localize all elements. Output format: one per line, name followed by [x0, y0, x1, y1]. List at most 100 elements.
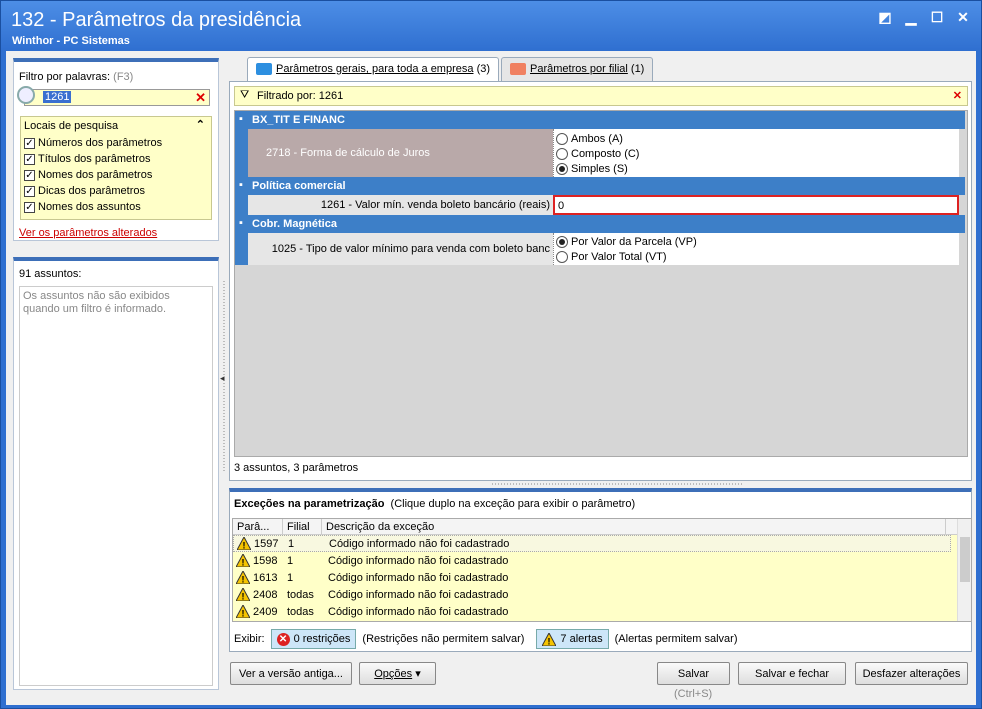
- save-button[interactable]: Salvar: [657, 662, 730, 685]
- filter-label: Filtro por palavras:: [19, 71, 111, 83]
- warning-icon: !: [236, 571, 250, 584]
- dropdown-arrow-icon: ▾: [415, 668, 421, 680]
- section-header[interactable]: ▪ Política comercial: [235, 177, 965, 195]
- restrictions-note: (Restrições não permitem salvar): [362, 633, 525, 645]
- table-row[interactable]: ! 2409 todas Código informado não foi cad…: [233, 603, 971, 620]
- exceptions-hint: (Clique duplo na exceção para exibir o p…: [390, 498, 636, 510]
- close-icon[interactable]: ✕: [955, 9, 971, 25]
- folder-icon: [256, 63, 272, 75]
- section-header[interactable]: ▪ Cobr. Magnética: [235, 215, 965, 233]
- param-value-radio-group: Ambos (A) Composto (C) Simples (S): [553, 129, 959, 177]
- radio-option[interactable]: Composto (C): [554, 146, 959, 161]
- clear-filter-icon[interactable]: ✕: [953, 89, 962, 102]
- filtered-by-text: Filtrado por: 1261: [257, 90, 344, 102]
- param-name: 1025 - Tipo de valor mínimo para venda c…: [248, 233, 553, 265]
- warning-icon: !: [236, 554, 250, 567]
- search-locations: Locais de pesquisa ⌃ ✓ Números dos parâme…: [20, 116, 212, 220]
- window-title: 132 - Parâmetros da presidência: [11, 9, 302, 31]
- save-close-button[interactable]: Salvar e fechar: [738, 662, 846, 685]
- param-row-1025: 1025 - Tipo de valor mínimo para venda c…: [235, 233, 959, 265]
- clear-search-icon[interactable]: ✕: [195, 90, 206, 106]
- exceptions-title: Exceções na parametrização: [234, 498, 385, 510]
- radio-icon[interactable]: [556, 147, 568, 160]
- tab-bar: Parâmetros gerais, para toda a empresa (…: [247, 57, 655, 82]
- title-bar: 132 - Parâmetros da presidência Winthor …: [1, 1, 981, 51]
- checkbox-checked-icon[interactable]: ✓: [24, 169, 35, 181]
- search-value: 1261: [43, 91, 72, 103]
- svg-text:!: !: [548, 636, 551, 646]
- param-value-input[interactable]: 0: [553, 195, 959, 215]
- param-row-2718: 2718 - Forma de cálculo de Juros Ambos (…: [235, 129, 959, 177]
- restrictions-toggle[interactable]: ✕ 0 restrições: [270, 629, 357, 649]
- subjects-count: 91 assuntos:: [19, 268, 82, 280]
- table-row[interactable]: ! 1613 1 Código informado não foi cadastr…: [233, 569, 971, 586]
- search-icon: [17, 86, 35, 104]
- options-button[interactable]: Opções ▾: [359, 662, 436, 685]
- minimize-icon[interactable]: ▁: [903, 9, 919, 25]
- vertical-splitter[interactable]: ◂: [220, 281, 228, 471]
- app-window: 132 - Parâmetros da presidência Winthor …: [0, 0, 982, 709]
- alerts-note: (Alertas permitem salvar): [614, 633, 738, 645]
- restore-icon[interactable]: ◩: [877, 9, 893, 25]
- radio-icon[interactable]: [556, 132, 568, 145]
- checkbox-item[interactable]: ✓ Nomes dos parâmetros: [21, 167, 211, 183]
- svg-text:!: !: [242, 558, 245, 568]
- params-grid: ▪ BX_TIT E FINANC 2718 - Forma de cálculo…: [234, 110, 968, 457]
- section-header[interactable]: ▪ BX_TIT E FINANC: [235, 111, 965, 129]
- collapse-icon[interactable]: ▪: [239, 113, 243, 125]
- svg-text:!: !: [243, 541, 246, 551]
- vertical-scrollbar[interactable]: [957, 519, 971, 621]
- checkbox-checked-icon[interactable]: ✓: [24, 185, 35, 197]
- param-name: 1261 - Valor mín. venda boleto bancário …: [248, 195, 553, 215]
- exceptions-table: Parâ... Filial Descrição da exceção ! 159…: [232, 518, 972, 622]
- radio-selected-icon[interactable]: [556, 235, 568, 248]
- column-header[interactable]: Filial: [283, 519, 322, 534]
- svg-text:!: !: [242, 592, 245, 602]
- collapse-icon[interactable]: ▪: [239, 179, 243, 191]
- radio-option[interactable]: Por Valor Total (VT): [554, 249, 959, 264]
- exceptions-panel: Exceções na parametrização (Clique duplo…: [229, 488, 972, 652]
- changed-params-link[interactable]: Ver os parâmetros alterados: [19, 227, 157, 239]
- maximize-icon[interactable]: ☐: [929, 9, 945, 25]
- collapse-icon[interactable]: ▪: [239, 217, 243, 229]
- radio-selected-icon[interactable]: [556, 162, 568, 175]
- checkbox-checked-icon[interactable]: ✓: [24, 201, 35, 213]
- tab-branch-params[interactable]: Parâmetros por filial (1): [501, 57, 654, 81]
- checkbox-item[interactable]: ✓ Nomes dos assuntos: [21, 199, 211, 215]
- svg-text:!: !: [242, 609, 245, 619]
- client-area: Filtro por palavras: (F3) 1261 ✕ Locais …: [6, 51, 976, 705]
- radio-option[interactable]: Simples (S): [554, 161, 959, 176]
- table-row[interactable]: ! 2408 todas Código informado não foi cad…: [233, 586, 971, 603]
- funnel-icon: ⛛: [240, 89, 250, 101]
- checkbox-item[interactable]: ✓ Números dos parâmetros: [21, 135, 211, 151]
- collapse-icon[interactable]: ⌃: [196, 118, 205, 131]
- undo-changes-button[interactable]: Desfazer alterações: [855, 662, 968, 685]
- folder-icon: [510, 63, 527, 75]
- warning-icon: !: [542, 632, 557, 646]
- filter-shortcut: (F3): [113, 71, 134, 83]
- save-shortcut-hint: (Ctrl+S): [674, 688, 713, 700]
- checkbox-checked-icon[interactable]: ✓: [24, 137, 35, 149]
- status-text: 3 assuntos, 3 parâmetros: [234, 462, 359, 474]
- checkbox-checked-icon[interactable]: ✓: [24, 153, 35, 165]
- radio-icon[interactable]: [556, 250, 568, 263]
- checkbox-item[interactable]: ✓ Títulos dos parâmetros: [21, 151, 211, 167]
- param-row-1261: 1261 - Valor mín. venda boleto bancário …: [235, 195, 959, 215]
- params-panel: ⛛ Filtrado por: 1261 ✕ ▪ BX_TIT E FINANC …: [229, 81, 972, 481]
- radio-option[interactable]: Por Valor da Parcela (VP): [554, 234, 959, 249]
- column-header[interactable]: Parâ...: [233, 519, 283, 534]
- radio-option[interactable]: Ambos (A): [554, 131, 959, 146]
- checkbox-item[interactable]: ✓ Dicas dos parâmetros: [21, 183, 211, 199]
- alerts-toggle[interactable]: ! 7 alertas: [536, 629, 609, 649]
- table-row[interactable]: ! 1597 1 Código informado não foi cadastr…: [233, 535, 951, 552]
- old-version-button[interactable]: Ver a versão antiga...: [230, 662, 352, 685]
- column-header[interactable]: Descrição da exceção: [322, 519, 946, 534]
- table-row[interactable]: ! 1598 1 Código informado não foi cadastr…: [233, 552, 971, 569]
- warning-icon: !: [237, 537, 251, 550]
- tab-general-params[interactable]: Parâmetros gerais, para toda a empresa (…: [247, 57, 500, 82]
- warning-icon: !: [236, 588, 250, 601]
- horizontal-splitter[interactable]: [492, 478, 742, 485]
- locations-title: Locais de pesquisa: [24, 120, 119, 132]
- search-input[interactable]: 1261 ✕: [17, 86, 210, 106]
- subjects-panel: 91 assuntos: Os assuntos não são exibido…: [13, 257, 219, 690]
